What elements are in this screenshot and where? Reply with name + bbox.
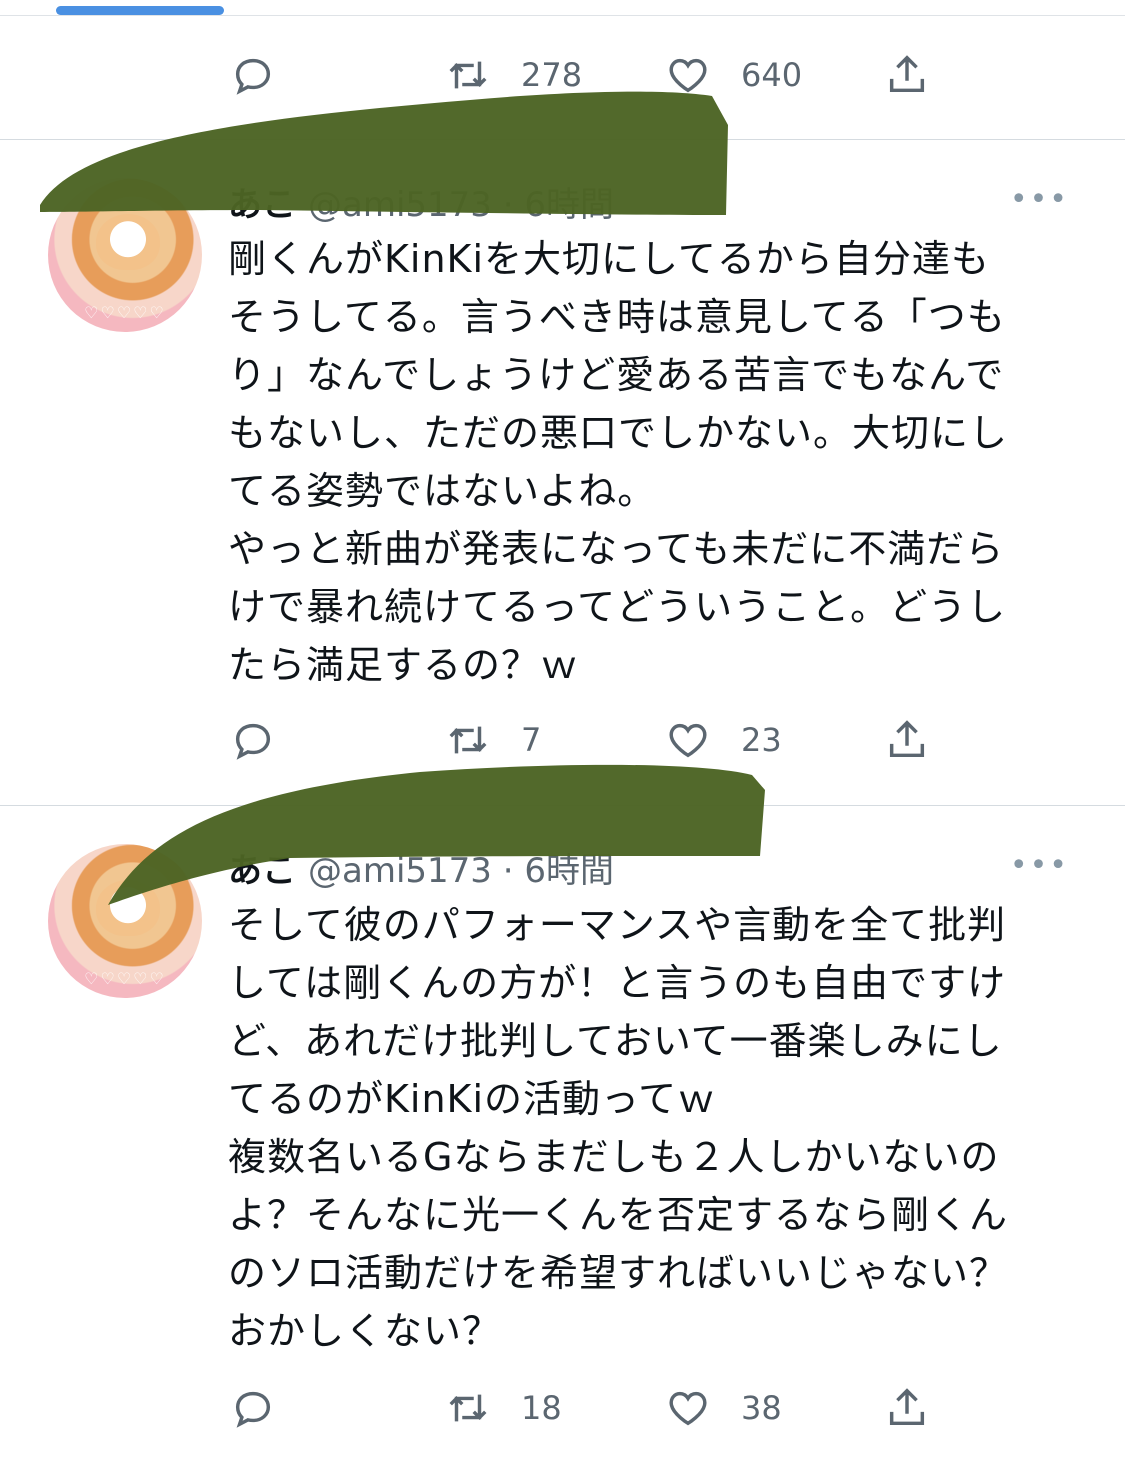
retweet-count: 7: [521, 721, 542, 759]
retweet-button[interactable]: 278: [445, 45, 582, 105]
tweet-line: そして彼のパフォーマンスや言動を全て批判: [228, 903, 1007, 947]
top-separator: [0, 15, 1125, 16]
retweet-icon: [449, 61, 487, 89]
share-icon: [889, 1388, 925, 1426]
tweet[interactable]: ♡♡♡♡♡ あこ @ami5173 · 6時間 ••• 剛くんがKinKiを大切に…: [0, 140, 1125, 805]
heart-icon: [669, 723, 707, 758]
like-button[interactable]: 23: [665, 710, 782, 770]
tweet-line: おかしくない？: [228, 1309, 502, 1353]
tweet-text: 剛くんがKinKiを大切にしてるから自分達も そうしてる。言うべき時は意見してる…: [228, 230, 1088, 694]
tweet-line: てる姿勢ではないよね。: [228, 469, 657, 513]
reply-button[interactable]: [230, 1378, 276, 1438]
reply-icon: [235, 58, 271, 95]
tweet-header: あこ @ami5173 · 6時間: [228, 843, 614, 891]
share-button[interactable]: [884, 710, 930, 770]
tweet-line: たら満足するの？ｗ: [228, 643, 580, 687]
like-count: 23: [741, 721, 782, 759]
tweet-line: しては剛くんの方が！と言うのも自由ですけ: [228, 961, 1007, 1005]
tweet-line: ど、あれだけ批判しておいて一番楽しみにし: [228, 1019, 1003, 1063]
tweet-header: あこ @ami5173 · 6時間: [228, 177, 614, 225]
like-button[interactable]: 38: [665, 1378, 782, 1438]
share-button[interactable]: [884, 1378, 930, 1438]
handle[interactable]: @ami5173: [308, 185, 492, 225]
tweet-line: やっと新曲が発表になっても未だに不満だら: [228, 527, 1005, 571]
tweet-line: そうしてる。言うべき時は意見してる「つも: [228, 295, 1006, 339]
retweet-icon: [449, 726, 487, 754]
retweet-button[interactable]: 7: [445, 710, 541, 770]
avatar[interactable]: ♡♡♡♡♡: [48, 178, 202, 332]
reply-icon: [235, 1391, 271, 1428]
reply-icon: [235, 723, 271, 760]
tweet[interactable]: ♡♡♡♡♡ あこ @ami5173 · 6時間 ••• そして彼のパフォーマンスや…: [0, 806, 1125, 1483]
like-count: 38: [741, 1389, 782, 1427]
action-bar: 18 38: [0, 1378, 1125, 1438]
timestamp[interactable]: · 6時間: [503, 185, 614, 225]
avatar-pet: [96, 214, 160, 270]
avatar-hearts: ♡♡♡♡♡: [84, 969, 166, 988]
heart-icon: [669, 1391, 707, 1426]
like-count: 640: [741, 56, 803, 94]
share-icon: [889, 720, 925, 758]
share-button[interactable]: [884, 45, 930, 105]
action-bar-top: 278 640: [0, 45, 1125, 105]
like-button[interactable]: 640: [665, 45, 802, 105]
tweet-line: よ？そんなに光一くんを否定するなら剛くん: [228, 1193, 1009, 1237]
retweet-button[interactable]: 18: [445, 1378, 562, 1438]
retweet-count: 18: [521, 1389, 562, 1427]
scroll-indicator: [56, 6, 224, 15]
heart-icon: [669, 58, 707, 93]
reply-button[interactable]: [230, 710, 276, 770]
avatar-hearts: ♡♡♡♡♡: [84, 303, 166, 322]
more-icon[interactable]: •••: [1010, 182, 1069, 217]
tweet-text: そして彼のパフォーマンスや言動を全て批判 しては剛くんの方が！と言うのも自由です…: [228, 896, 1088, 1360]
retweet-count: 278: [521, 56, 583, 94]
action-bar: 7 23: [0, 710, 1125, 770]
avatar-pet: [96, 880, 160, 936]
tweet-line: のソロ活動だけを希望すればいいじゃない？: [228, 1251, 1009, 1295]
share-icon: [889, 55, 925, 93]
display-name[interactable]: あこ: [228, 185, 296, 225]
handle[interactable]: @ami5173: [308, 851, 492, 891]
tweet-line: もないし、ただの悪口でしかない。大切にし: [228, 411, 1009, 455]
timestamp[interactable]: · 6時間: [503, 851, 614, 891]
tweet-line: り」なんでしょうけど愛ある苦言でもなんで: [228, 353, 1005, 397]
avatar[interactable]: ♡♡♡♡♡: [48, 844, 202, 998]
tweet-line: けで暴れ続けてるってどういうこと。どうし: [228, 585, 1007, 629]
tweet-line: てるのがKinKiの活動ってｗ: [228, 1077, 717, 1121]
tweet-line: 複数名いるGならまだしも２人しかいないの: [228, 1135, 1000, 1179]
display-name[interactable]: あこ: [228, 851, 296, 891]
reply-button[interactable]: [230, 45, 276, 105]
more-icon[interactable]: •••: [1010, 848, 1069, 883]
tweet-line: 剛くんがKinKiを大切にしてるから自分達も: [228, 237, 990, 281]
retweet-icon: [449, 1394, 487, 1422]
